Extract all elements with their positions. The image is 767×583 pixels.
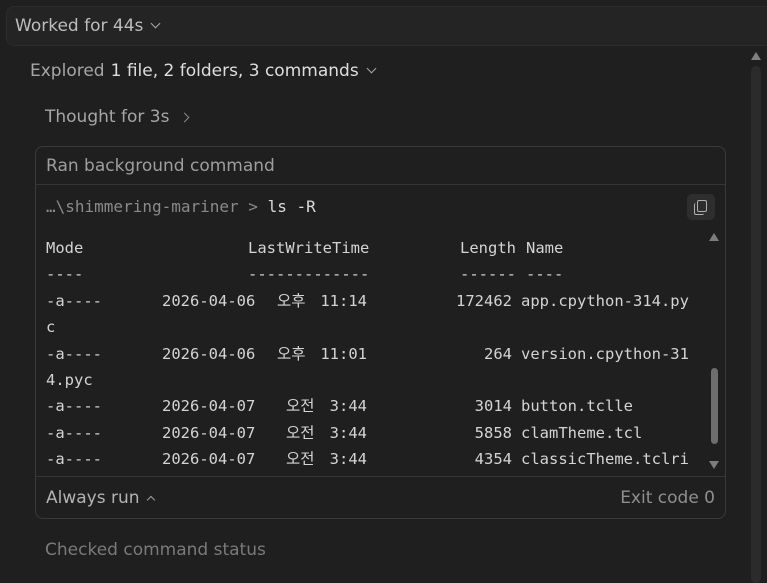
output-file-row: -a---- 2026-04-07 오전 3:44 4354 classicTheme.t… (46, 446, 706, 472)
explored-summary: 1 file, 2 folders, 3 commands (110, 61, 359, 81)
file-ampm: 오후 (277, 344, 306, 363)
worked-summary-toggle[interactable]: Worked for 44s (6, 6, 767, 46)
file-mode: -a---- (46, 450, 102, 469)
agent-activity-panel: Worked for 44s Explored 1 file, 2 folder… (0, 0, 767, 583)
file-length: 4354 (474, 450, 512, 469)
command-line: …\shimmering-mariner > ls -R (46, 197, 316, 216)
col-name-header: Name (526, 239, 564, 257)
output-wrap-row: c (46, 314, 706, 340)
file-length: 264 (484, 344, 512, 363)
file-mode: -a---- (46, 344, 102, 363)
file-ampm: 오전 (286, 450, 315, 469)
file-ampm: 오후 (277, 291, 306, 310)
output-scrollbar-thumb[interactable] (711, 368, 718, 444)
file-mode: -a---- (46, 423, 102, 442)
output-scrollbar[interactable] (708, 233, 720, 469)
command-card-footer: Always run Exit code 0 (36, 476, 725, 518)
chevron-up-icon (146, 495, 155, 504)
checked-status-label: Checked command status (45, 540, 266, 560)
command-output[interactable]: Mode LastWriteTime Length Name ---- ----… (46, 235, 706, 476)
checked-status-item[interactable]: Checked command status (45, 537, 266, 563)
thought-label: Thought for 3s (45, 107, 170, 127)
worked-label: Worked for 44s (15, 16, 144, 36)
copy-button[interactable] (687, 194, 715, 220)
file-date: 2026-04-07 (162, 397, 256, 416)
command-card: Ran background command …\shimmering-mari… (35, 146, 726, 519)
thought-toggle[interactable]: Thought for 3s (45, 104, 190, 130)
command-path: …\shimmering-mariner (46, 197, 239, 216)
explored-summary-toggle[interactable]: Explored 1 file, 2 folders, 3 commands (30, 58, 377, 84)
file-time: 3:44 (329, 423, 367, 442)
panel-scrollbar[interactable] (750, 50, 762, 583)
col-mode-header: Mode (46, 239, 84, 257)
file-name: classicTheme.tclri (521, 450, 689, 469)
output-wrap-row: 4.pyc (46, 367, 706, 393)
output-file-row: -a---- 2026-04-07 오전 3:44 5858 clamTheme.tcl (46, 420, 706, 446)
scroll-up-arrow-icon[interactable] (709, 233, 719, 241)
file-name: version.cpython-31 (521, 344, 689, 363)
file-length: 172462 (456, 291, 512, 310)
file-length: 5858 (474, 423, 512, 442)
col-length-header: Length (460, 239, 516, 257)
scroll-down-arrow-icon[interactable] (709, 461, 719, 469)
command-card-header: Ran background command (36, 147, 725, 185)
file-time: 3:44 (329, 397, 367, 416)
file-name: button.tclle (521, 397, 633, 416)
prompt-symbol: > (248, 197, 258, 216)
file-date: 2026-04-06 (162, 344, 256, 363)
file-length: 3014 (474, 397, 512, 416)
file-name-wrap: c (46, 318, 56, 337)
chevron-right-icon (179, 112, 190, 122)
file-date: 2026-04-07 (162, 450, 256, 469)
file-time: 11:14 (320, 291, 367, 310)
file-ampm: 오전 (286, 397, 315, 416)
copy-icon-back (694, 203, 704, 215)
command-card-title: Ran background command (46, 155, 275, 176)
col-name-underline: ---- (526, 265, 564, 284)
col-length-underline: ------ (460, 265, 516, 284)
always-run-label: Always run (46, 487, 140, 508)
file-name-wrap: 4.pyc (46, 370, 93, 389)
panel-scrollbar-track[interactable] (751, 66, 761, 583)
file-time: 3:44 (329, 450, 367, 469)
file-date: 2026-04-06 (162, 291, 256, 310)
chevron-down-icon (366, 63, 377, 74)
file-ampm: 오전 (286, 423, 315, 442)
file-name: app.cpython-314.py (521, 291, 689, 310)
col-lastwritetime-header: LastWriteTime (248, 239, 370, 257)
exit-code-label: Exit code 0 (620, 487, 715, 508)
output-rows: -a---- 2026-04-06 오후 11:14 172462 app.cpython… (46, 288, 706, 473)
file-date: 2026-04-07 (162, 423, 256, 442)
file-mode: -a---- (46, 397, 102, 416)
output-file-row: -a---- 2026-04-06 오후 11:14 172462 app.cpython… (46, 288, 706, 314)
output-file-row: -a---- 2026-04-07 오전 3:44 3014 button.tclle (46, 393, 706, 419)
col-lastwritetime-underline: ------------- (248, 265, 370, 284)
col-mode-underline: ---- (46, 265, 84, 284)
output-underline-row: ---- ------------- ------ ---- (46, 261, 706, 287)
chevron-down-icon (150, 18, 161, 29)
explored-prefix: Explored (30, 61, 105, 81)
command-text: ls -R (267, 197, 316, 216)
output-header-row: Mode LastWriteTime Length Name (46, 235, 706, 261)
output-file-row: -a---- 2026-04-06 오후 11:01 264 version.cpytho… (46, 341, 706, 367)
file-mode: -a---- (46, 291, 102, 310)
always-run-toggle[interactable]: Always run (46, 487, 155, 508)
file-name: clamTheme.tcl (521, 423, 643, 442)
scroll-up-arrow-icon[interactable] (751, 52, 761, 60)
file-time: 11:01 (320, 344, 367, 363)
